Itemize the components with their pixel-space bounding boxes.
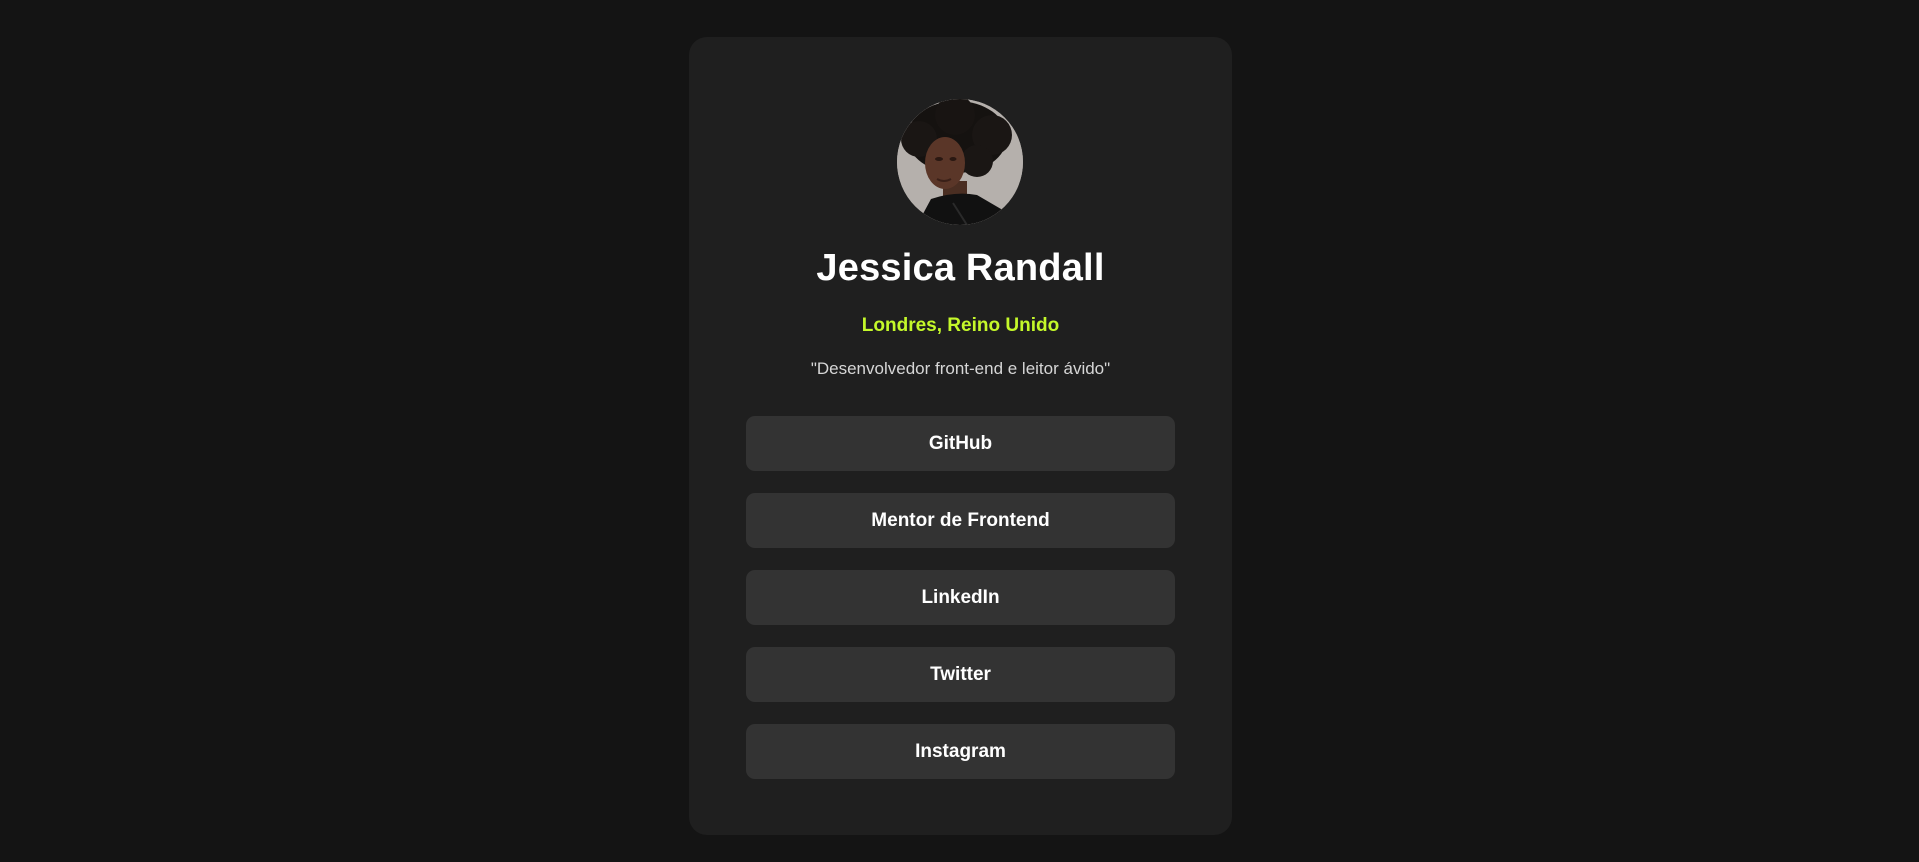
profile-name: Jessica Randall	[816, 247, 1105, 289]
github-link-button[interactable]: GitHub	[746, 416, 1175, 471]
twitter-link-button[interactable]: Twitter	[746, 647, 1175, 702]
profile-location: Londres, Reino Unido	[861, 315, 1060, 336]
avatar-portrait-image	[897, 99, 1023, 225]
social-links-list: GitHub Mentor de Frontend LinkedIn Twitt…	[746, 416, 1175, 801]
avatar	[897, 99, 1023, 225]
instagram-link-button[interactable]: Instagram	[746, 724, 1175, 779]
frontend-mentor-link-button[interactable]: Mentor de Frontend	[746, 493, 1175, 548]
profile-card: Jessica Randall Londres, Reino Unido "De…	[689, 37, 1232, 835]
profile-bio: "Desenvolvedor front-end e leitor ávido"	[810, 359, 1111, 378]
linkedin-link-button[interactable]: LinkedIn	[746, 570, 1175, 625]
